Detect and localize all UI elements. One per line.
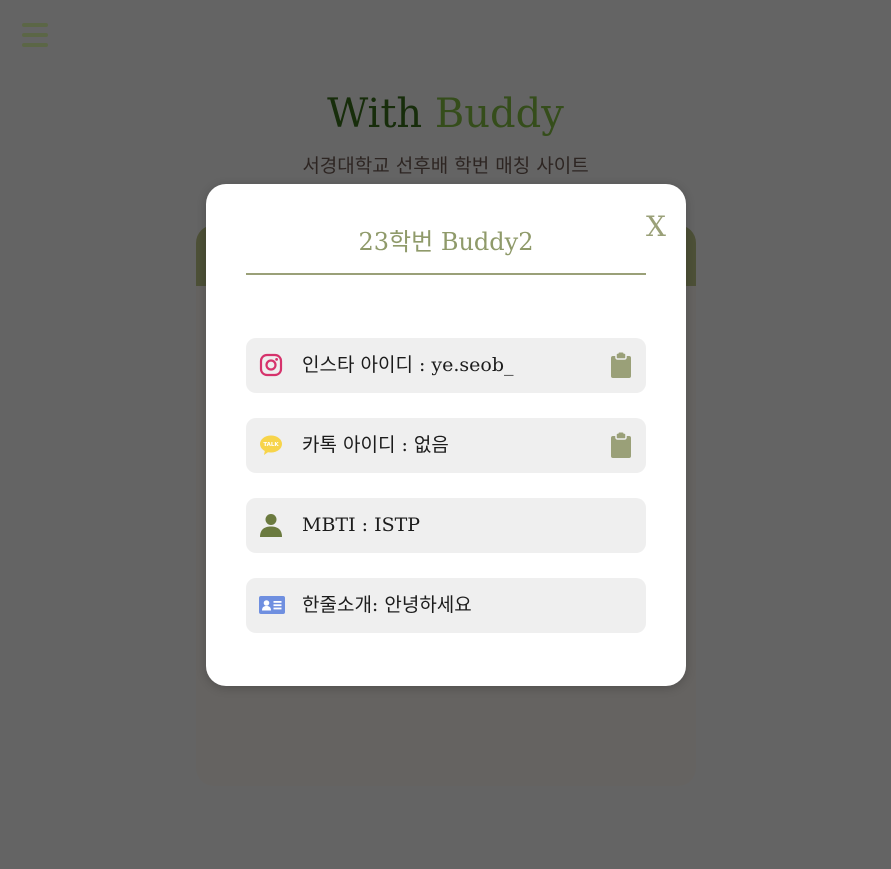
clipboard-icon[interactable] [610, 352, 632, 378]
person-icon [259, 513, 283, 537]
id-card-icon [259, 593, 285, 617]
close-button[interactable]: X [642, 210, 670, 244]
instagram-row: 인스타 아이디 : ye.seob_ [246, 338, 646, 393]
clipboard-icon[interactable] [610, 432, 632, 458]
intro-text: 한줄소개: 안녕하세요 [302, 594, 472, 616]
kakaotalk-row: TALK 카톡 아이디 : 없음 [246, 418, 646, 473]
instagram-id-text: 인스타 아이디 : ye.seob_ [302, 354, 514, 376]
modal-divider [246, 273, 646, 275]
mbti-text: MBTI : ISTP [302, 514, 421, 536]
mbti-row: MBTI : ISTP [246, 498, 646, 553]
instagram-icon [259, 353, 283, 377]
modal-title: 23학번 Buddy2 [358, 228, 534, 256]
kakaotalk-icon: TALK [259, 433, 283, 457]
svg-text:TALK: TALK [263, 442, 279, 448]
kakaotalk-id-text: 카톡 아이디 : 없음 [302, 434, 449, 456]
buddy-info-modal: 23학번 Buddy2 X 인스타 아이디 : ye.seob_ TALK 카톡… [206, 184, 686, 686]
intro-row: 한줄소개: 안녕하세요 [246, 578, 646, 633]
